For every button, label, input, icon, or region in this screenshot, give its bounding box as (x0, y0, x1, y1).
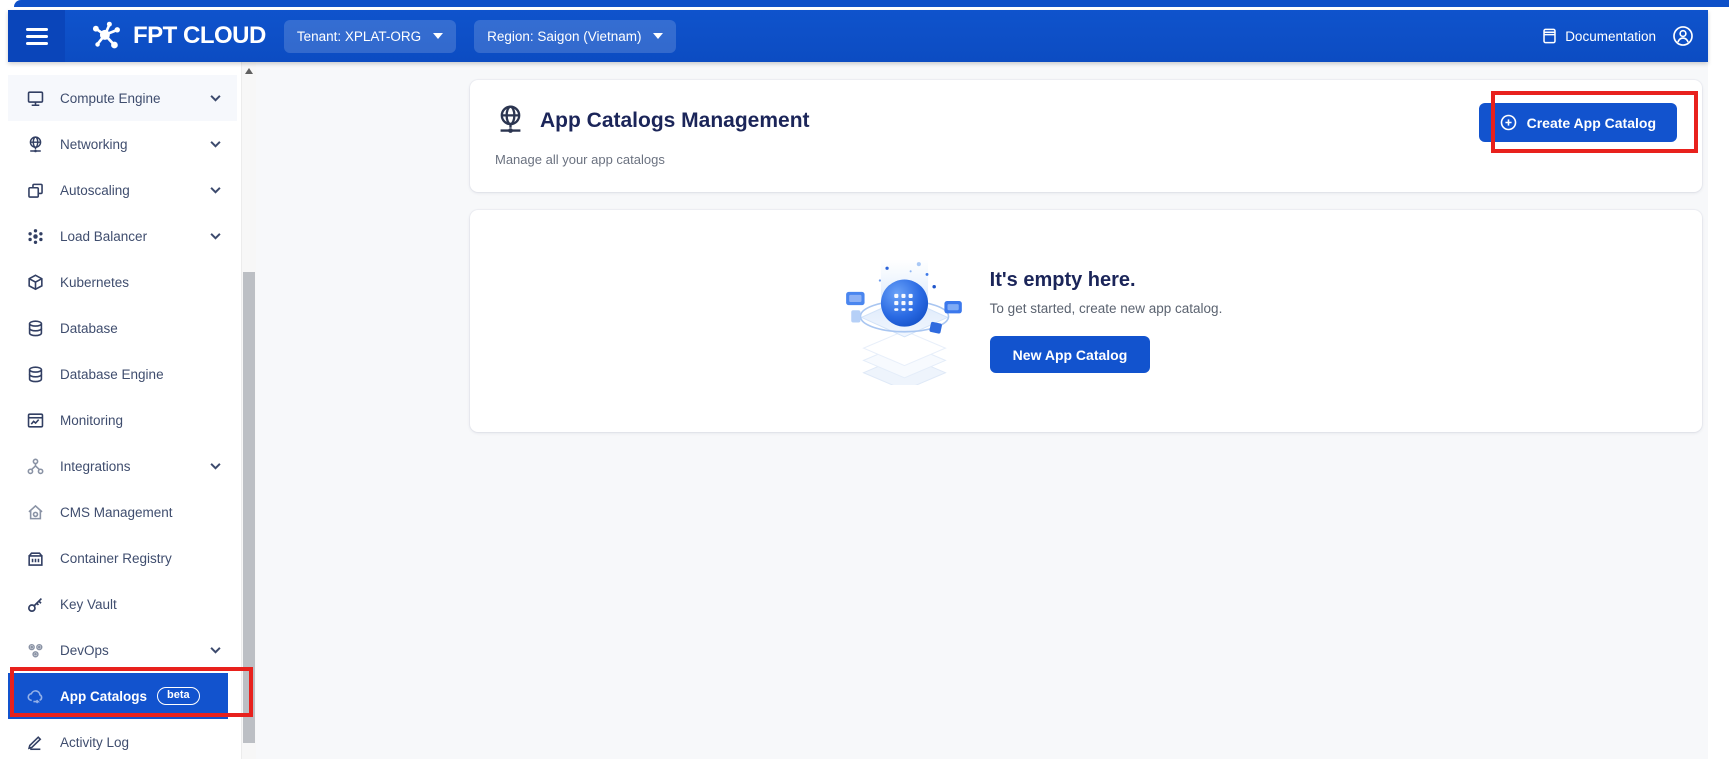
chevron-down-icon (210, 646, 221, 654)
tenant-dropdown-label: Tenant: XPLAT-ORG (297, 29, 421, 44)
app-window: FPT CLOUD Tenant: XPLAT-ORG Region: Saig… (0, 0, 1729, 759)
sidebar-item-container-registry[interactable]: Container Registry (8, 535, 237, 581)
empty-state-card: It's empty here. To get started, create … (470, 210, 1702, 432)
activity-pen-icon (25, 732, 45, 752)
sidebar-navigation: Compute Engine Networking Autoscaling (8, 62, 237, 759)
sidebar-item-cms-management[interactable]: CMS Management (8, 489, 237, 535)
sidebar-item-monitoring[interactable]: Monitoring (8, 397, 237, 443)
sidebar-scrollbar[interactable] (241, 62, 256, 759)
sidebar-item-database-engine[interactable]: Database Engine (8, 351, 237, 397)
top-navigation-bar: FPT CLOUD Tenant: XPLAT-ORG Region: Saig… (8, 10, 1708, 62)
book-icon (1541, 27, 1558, 45)
hamburger-menu-button[interactable] (8, 10, 65, 62)
chevron-down-icon (210, 94, 221, 102)
sidebar-item-compute-engine[interactable]: Compute Engine (8, 75, 237, 121)
sidebar-item-activity-log[interactable]: Activity Log (8, 719, 237, 759)
region-dropdown-label: Region: Saigon (Vietnam) (487, 29, 641, 44)
scrollbar-thumb[interactable] (243, 272, 255, 743)
documentation-link[interactable]: Documentation (1541, 27, 1656, 45)
cloud-sync-icon (25, 686, 45, 706)
layers-icon (25, 180, 45, 200)
documentation-label: Documentation (1565, 29, 1656, 44)
sidebar-item-integrations[interactable]: Integrations (8, 443, 237, 489)
monitor-icon (25, 88, 45, 108)
molecule-logo-icon (87, 18, 125, 54)
home-gear-icon (25, 502, 45, 522)
cube-icon (25, 272, 45, 292)
chevron-down-icon (210, 462, 221, 470)
chevron-down-icon (210, 232, 221, 240)
sidebar-item-key-vault[interactable]: Key Vault (8, 581, 237, 627)
chevron-down-icon (210, 186, 221, 194)
key-icon (25, 594, 45, 614)
new-app-catalog-button[interactable]: New App Catalog (990, 336, 1151, 373)
region-dropdown[interactable]: Region: Saigon (Vietnam) (474, 20, 676, 53)
sidebar-item-load-balancer[interactable]: Load Balancer (8, 213, 237, 259)
page-title: App Catalogs Management (540, 109, 810, 133)
chevron-down-icon (210, 140, 221, 148)
logo-text: FPT CLOUD (133, 22, 266, 50)
sidebar-item-autoscaling[interactable]: Autoscaling (8, 167, 237, 213)
empty-state-message: To get started, create new app catalog. (990, 301, 1223, 316)
org-nodes-icon (25, 456, 45, 476)
plus-circle-icon (1500, 114, 1517, 131)
beta-badge: beta (157, 687, 200, 705)
main-content: App Catalogs Management Manage all your … (256, 62, 1708, 759)
tenant-dropdown[interactable]: Tenant: XPLAT-ORG (284, 20, 456, 53)
database-icon (25, 318, 45, 338)
create-app-catalog-button[interactable]: Create App Catalog (1479, 103, 1677, 142)
sidebar-item-networking[interactable]: Networking (8, 121, 237, 167)
sidebar-item-devops[interactable]: DevOps (8, 627, 237, 673)
topbar-right-section: Documentation (1541, 25, 1708, 47)
page-subtitle: Manage all your app catalogs (495, 152, 665, 167)
sidebar-item-app-catalogs[interactable]: App Catalogs beta (8, 673, 228, 719)
window-top-strip (14, 0, 1729, 7)
scrollbar-up-arrow-icon[interactable] (245, 68, 253, 74)
user-account-button[interactable] (1672, 25, 1694, 47)
empty-state-heading: It's empty here. (990, 269, 1223, 292)
chart-window-icon (25, 410, 45, 430)
sidebar-item-kubernetes[interactable]: Kubernetes (8, 259, 237, 305)
empty-state-illustration (846, 257, 964, 385)
app-catalogs-globe-icon (495, 104, 526, 137)
sidebar-item-database[interactable]: Database (8, 305, 237, 351)
gears-icon (25, 640, 45, 660)
container-icon (25, 548, 45, 568)
page-header-card: App Catalogs Management Manage all your … (470, 80, 1702, 192)
hamburger-icon (26, 24, 48, 49)
globe-icon (25, 134, 45, 154)
database-icon (25, 364, 45, 384)
chevron-down-icon (433, 33, 443, 39)
fpt-cloud-logo[interactable]: FPT CLOUD (87, 18, 266, 54)
chevron-down-icon (653, 33, 663, 39)
nodes-icon (25, 226, 45, 246)
